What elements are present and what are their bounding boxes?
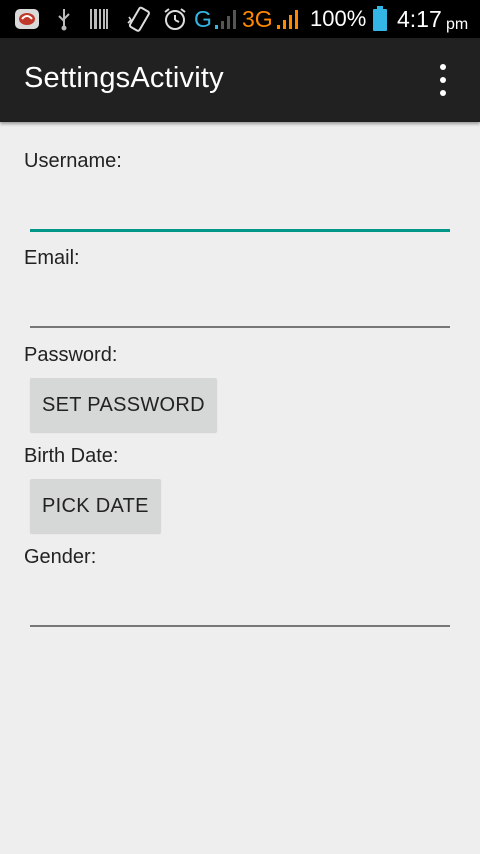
gender-underline — [30, 625, 450, 627]
email-field[interactable] — [30, 286, 450, 326]
barcode-icon — [90, 0, 108, 38]
usb-icon — [56, 0, 72, 38]
signal-icon — [276, 0, 300, 38]
battery-percent: 100% — [310, 6, 367, 31]
username-label: Username: — [24, 150, 122, 172]
vibrate-icon — [126, 0, 152, 38]
network-type-3g: 3G — [242, 5, 273, 32]
email-label: Email: — [24, 247, 80, 269]
app-notification-icon — [14, 0, 40, 38]
more-vert-icon[interactable] — [428, 64, 458, 96]
page-title: SettingsActivity — [24, 62, 224, 94]
network-type-g: G — [194, 5, 212, 32]
password-label: Password: — [24, 344, 118, 366]
birth-date-label: Birth Date: — [24, 445, 119, 467]
clock-time: 4:17 — [397, 5, 442, 32]
set-password-button[interactable]: SET PASSWORD — [30, 378, 217, 432]
gender-label: Gender: — [24, 546, 97, 568]
username-field[interactable] — [30, 190, 450, 230]
status-bar: G 3G 100% 4:17 pm — [0, 0, 480, 38]
battery-icon — [372, 0, 388, 38]
username-underline — [30, 229, 450, 232]
pick-date-button[interactable]: PICK DATE — [30, 479, 161, 533]
app-bar: SettingsActivity — [0, 38, 480, 122]
signal-icon — [214, 0, 238, 38]
email-underline — [30, 326, 450, 328]
alarm-icon — [162, 0, 188, 38]
gender-field[interactable] — [30, 585, 450, 625]
